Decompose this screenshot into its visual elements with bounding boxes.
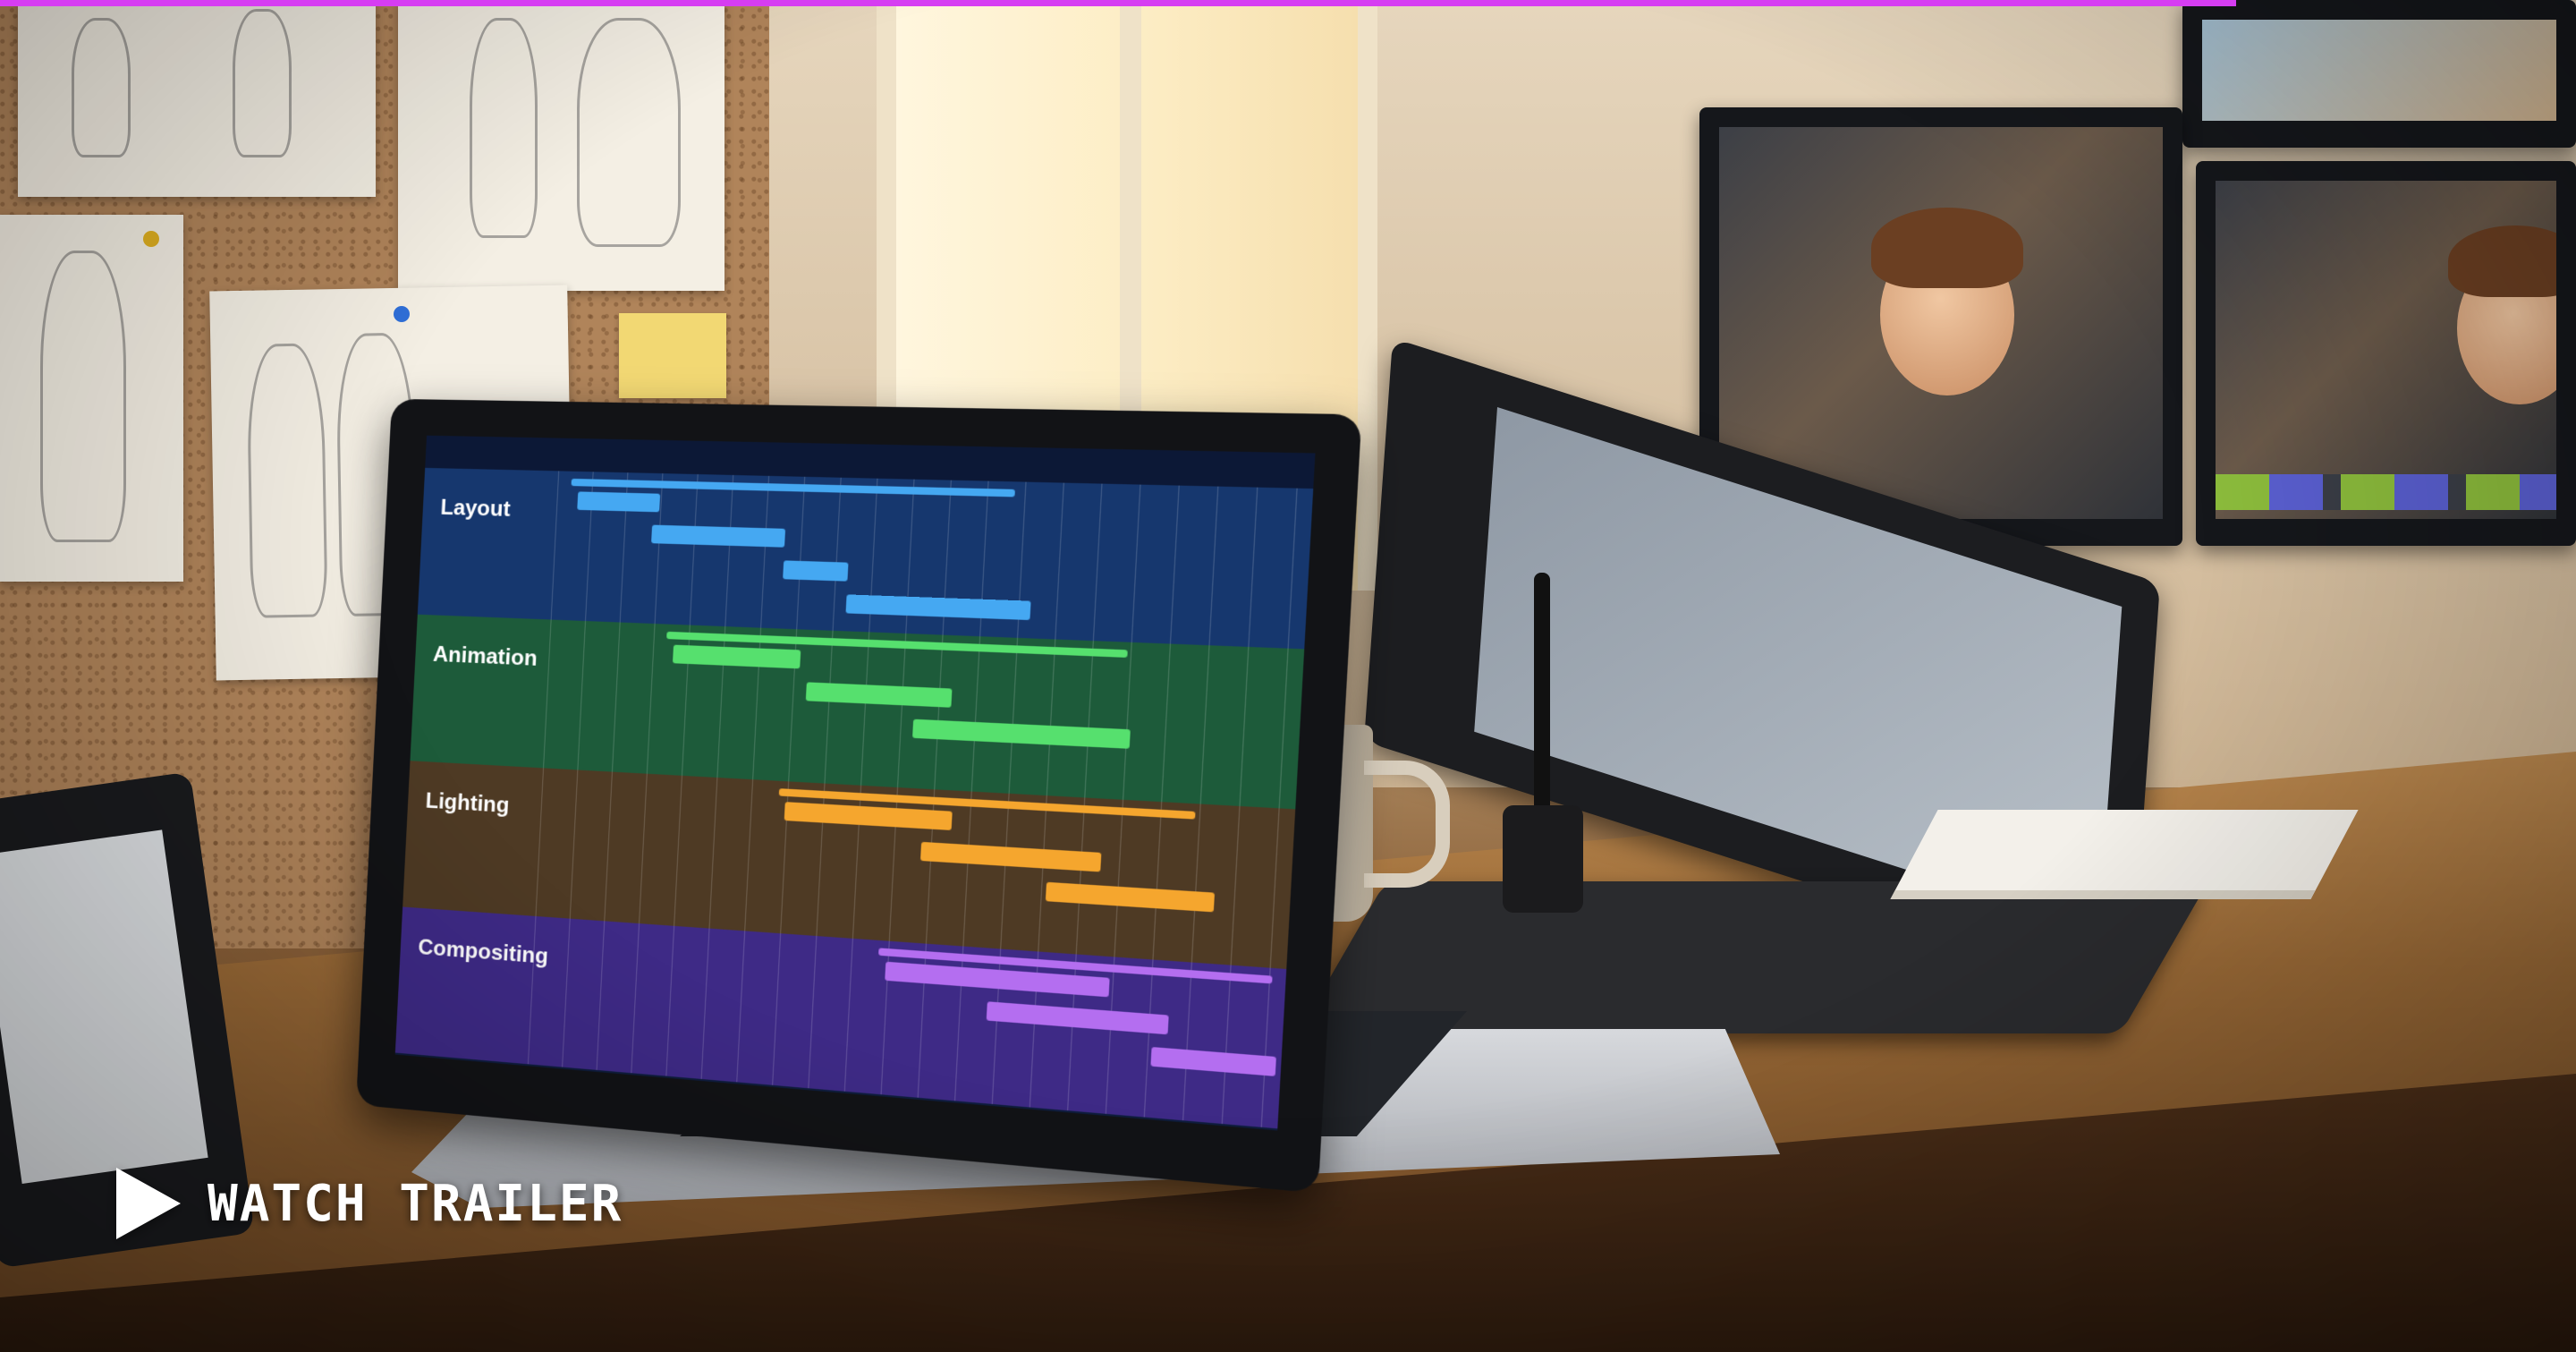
character-sketch [0, 215, 183, 582]
pushpin [394, 306, 410, 322]
laptop-screen: Layout Animation Lighting Compositing [395, 436, 1316, 1131]
watch-trailer-label: WATCH TRAILER [208, 1175, 623, 1233]
top-monitor [2182, 0, 2576, 148]
character-sketch [18, 0, 376, 197]
task-bar [577, 491, 661, 512]
pen-holder [1503, 805, 1583, 913]
task-bar [784, 560, 849, 581]
track-label: Compositing [418, 935, 549, 970]
track-label: Animation [432, 642, 538, 672]
sticky-note [619, 313, 726, 398]
track-label: Layout [440, 496, 511, 523]
track-label: Lighting [425, 788, 510, 819]
character-sketch [398, 0, 724, 291]
play-icon [116, 1168, 181, 1239]
pushpin [143, 231, 159, 247]
background-photo: Layout Animation Lighting Compositing [0, 0, 2576, 1352]
stylus [1534, 573, 1550, 814]
mug-handle [1364, 761, 1450, 888]
notebook [1890, 810, 2358, 899]
video-progress-bar [0, 0, 2236, 6]
right-monitor [2196, 161, 2576, 546]
laptop: Layout Animation Lighting Compositing [356, 399, 1362, 1194]
watch-trailer-button[interactable]: WATCH TRAILER [116, 1168, 623, 1239]
pen-tablet [1298, 881, 2208, 1033]
